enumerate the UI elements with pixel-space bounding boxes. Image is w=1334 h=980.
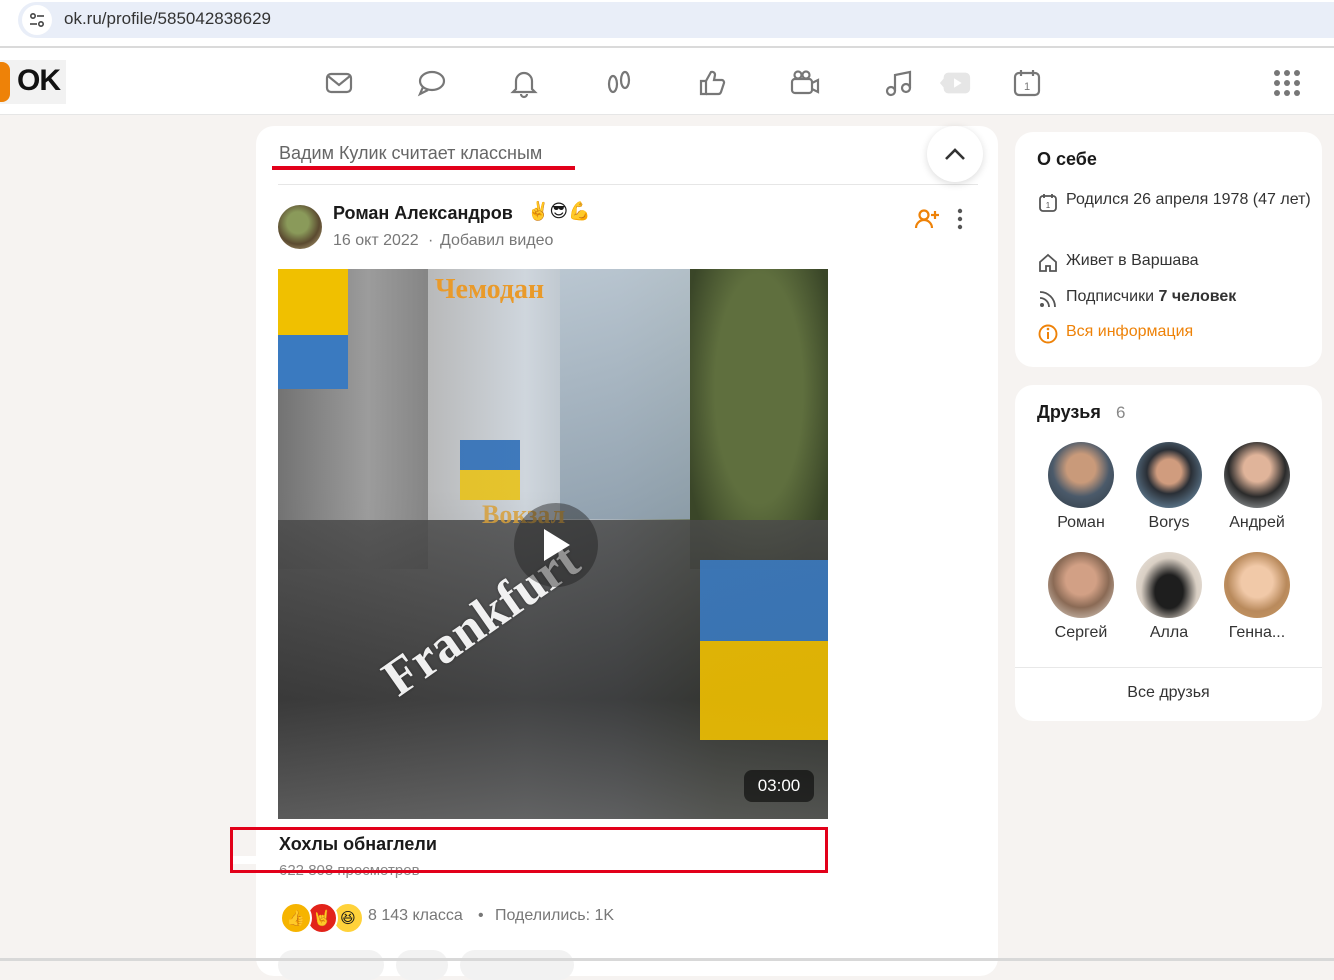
friend-avatar[interactable] — [1048, 442, 1114, 508]
play-button[interactable] — [514, 503, 598, 587]
friend-name[interactable]: Borys — [1124, 514, 1214, 532]
friend-avatar[interactable] — [1136, 442, 1202, 508]
reactions-separator: • — [478, 907, 484, 924]
friend-name[interactable]: Роман — [1036, 514, 1126, 532]
post-date: 16 окт 2022 — [333, 232, 419, 249]
author-emojis: ✌️😎💪 — [527, 201, 591, 221]
like-icon[interactable] — [695, 66, 729, 100]
about-subscribers[interactable]: Подписчики 7 человек — [1066, 285, 1236, 309]
video-duration: 03:00 — [744, 770, 814, 802]
video-scene-flag — [278, 269, 348, 389]
liked-by-text[interactable]: Вадим Кулик считает классным — [279, 143, 542, 164]
post-action: Добавил видео — [440, 232, 554, 249]
divider — [278, 184, 978, 185]
subscribers-label: Подписчики — [1066, 288, 1155, 305]
calendar-icon: 1 — [1037, 192, 1059, 214]
more-options-icon[interactable] — [950, 206, 970, 232]
svg-text:1: 1 — [1024, 81, 1030, 93]
friend-avatar[interactable] — [1224, 552, 1290, 618]
video-play-icon[interactable] — [938, 66, 974, 100]
collapse-button[interactable] — [927, 126, 983, 182]
url-text[interactable]: ok.ru/profile/585042838629 — [64, 9, 271, 29]
friends-count: 6 — [1116, 403, 1126, 422]
home-icon — [1037, 252, 1059, 274]
about-birthday: Родился 26 апреля 1978 (47 лет) — [1066, 191, 1311, 208]
like-reaction-icon: 👍 — [280, 902, 312, 934]
site-settings-icon[interactable] — [22, 5, 52, 35]
subscribers-value: 7 человек — [1158, 288, 1237, 305]
about-location: Живет в Варшава — [1066, 252, 1199, 269]
apps-grid-icon[interactable] — [1270, 66, 1304, 100]
subscribers-icon — [1037, 288, 1059, 310]
guests-icon[interactable] — [602, 66, 636, 100]
video-scene-tower — [560, 269, 700, 519]
mail-icon[interactable] — [322, 66, 356, 100]
author-name[interactable]: Роман Александров — [333, 203, 513, 224]
video-camera-icon[interactable] — [788, 66, 822, 100]
friends-title[interactable]: Друзья — [1037, 402, 1101, 423]
add-friend-icon[interactable] — [914, 206, 940, 232]
all-friends-link[interactable]: Все друзья — [1015, 684, 1322, 702]
friend-name[interactable]: Сергей — [1036, 624, 1126, 642]
all-info-link[interactable]: Вся информация — [1066, 320, 1193, 344]
comment-button[interactable] — [278, 950, 384, 980]
divider — [1015, 667, 1322, 668]
share-button[interactable] — [396, 950, 448, 980]
annotation-box — [230, 827, 828, 873]
klass-button[interactable] — [460, 950, 574, 980]
post-meta-separator: · — [428, 232, 434, 249]
video-scene-flag — [460, 440, 520, 500]
author-avatar[interactable] — [278, 205, 322, 249]
svg-text:1: 1 — [1046, 201, 1051, 210]
chat-icon[interactable] — [414, 66, 448, 100]
chevron-up-icon — [945, 148, 965, 160]
friend-name[interactable]: Алла — [1124, 624, 1214, 642]
video-overlay-text: Чемодан — [435, 274, 545, 305]
logo-text[interactable]: OK — [17, 64, 61, 98]
friend-name[interactable]: Генна... — [1212, 624, 1302, 642]
shared-count[interactable]: Поделились: 1K — [495, 907, 614, 925]
top-navigation — [0, 48, 1334, 115]
video-scene-flag — [700, 560, 828, 740]
calendar-icon[interactable]: 1 — [1010, 66, 1044, 100]
play-icon — [544, 529, 570, 561]
annotation-underline — [272, 166, 575, 170]
music-icon[interactable] — [882, 66, 916, 100]
klass-count[interactable]: 8 143 класса — [368, 907, 463, 925]
friend-avatar[interactable] — [1224, 442, 1290, 508]
friend-avatar[interactable] — [1048, 552, 1114, 618]
about-title: О себе — [1037, 149, 1097, 169]
info-icon — [1037, 323, 1059, 345]
logo-mark — [0, 62, 10, 102]
friend-name[interactable]: Андрей — [1212, 514, 1302, 532]
bell-icon[interactable] — [507, 66, 541, 100]
friend-avatar[interactable] — [1136, 552, 1202, 618]
